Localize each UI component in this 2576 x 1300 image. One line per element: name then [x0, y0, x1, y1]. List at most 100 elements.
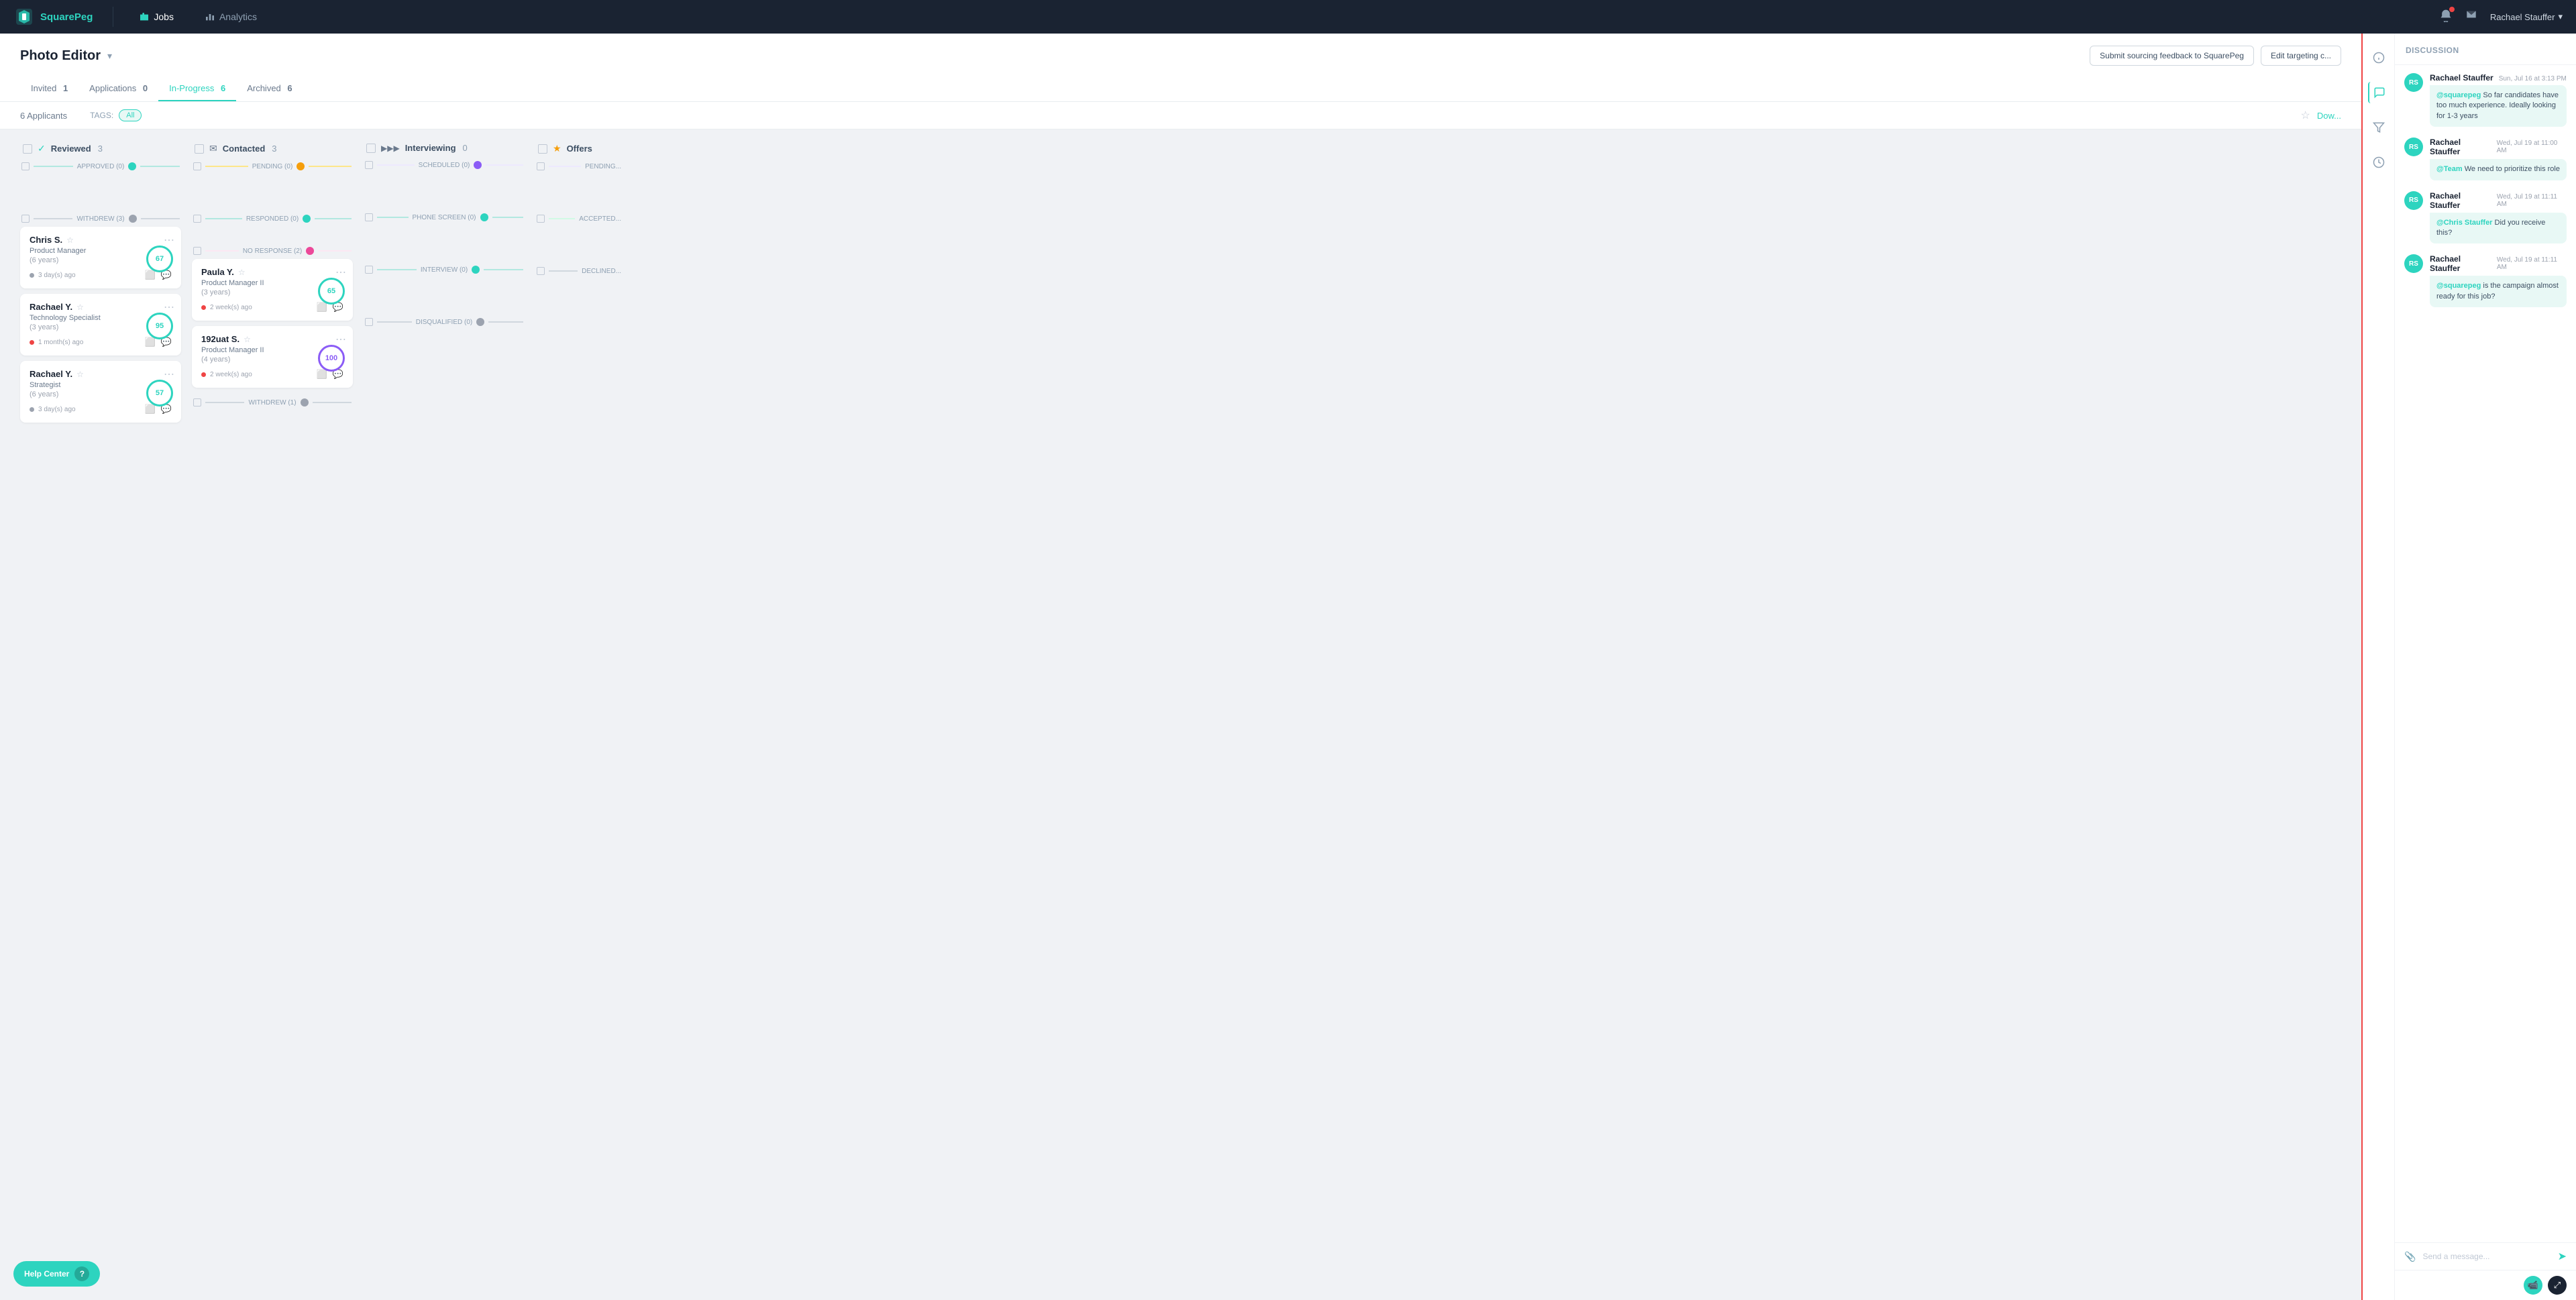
panel-icon-filter[interactable] [2368, 117, 2390, 138]
star-button[interactable]: ☆ [2301, 109, 2310, 122]
main-layout: Photo Editor ▾ Submit sourcing feedback … [0, 34, 2576, 1300]
stage-dot-scheduled [474, 161, 482, 169]
message-time-3: Wed, Jul 19 at 11:11 AM [2497, 193, 2567, 208]
card-rachael-y-strat[interactable]: ⋯ Rachael Y. ☆ Strategist (6 years) 3 da… [20, 361, 181, 423]
message-4: RS Rachael Stauffer Wed, Jul 19 at 11:11… [2404, 254, 2567, 307]
tab-invited[interactable]: Invited 1 [20, 76, 78, 101]
card-ago-chris: 3 day(s) ago [38, 272, 76, 279]
user-menu[interactable]: Rachael Stauffer ▾ [2490, 11, 2563, 22]
card-name-rachael-tech: Rachael Y. [30, 302, 72, 312]
card-star-192uat[interactable]: ☆ [244, 335, 251, 344]
job-title: Photo Editor [20, 48, 101, 64]
message-input[interactable] [2422, 1252, 2551, 1261]
card-name-row-192uat: 192uat S. ☆ [201, 334, 343, 344]
stage-checkbox-withdrew[interactable] [21, 215, 30, 223]
stage-checkbox-interview[interactable] [365, 266, 373, 274]
stage-checkbox-scheduled[interactable] [365, 161, 373, 169]
attach-icon[interactable]: 📎 [2404, 1251, 2416, 1262]
col-header-interviewing: ▶▶▶ Interviewing 0 [364, 143, 525, 161]
card-menu-chris[interactable]: ⋯ [164, 233, 174, 247]
card-rachael-y-tech[interactable]: ⋯ Rachael Y. ☆ Technology Specialist (3 … [20, 294, 181, 356]
applicants-count: 6 Applicants [20, 111, 67, 121]
tab-applications[interactable]: Applications 0 [78, 76, 158, 101]
edit-targeting-button[interactable]: Edit targeting c... [2261, 46, 2341, 66]
col-checkbox-reviewed[interactable] [23, 144, 32, 154]
card-ago-rachael-tech: 1 month(s) ago [38, 339, 83, 346]
stage-label-accepted: ACCEPTED... [579, 215, 621, 223]
stage-checkbox-pending[interactable] [193, 162, 201, 170]
expand-button[interactable]: ⤢ [2548, 1276, 2567, 1295]
messages-button[interactable] [2465, 9, 2478, 25]
stage-checkbox-disqualified[interactable] [365, 318, 373, 326]
interview-empty [364, 278, 525, 318]
kanban-col-offers: ★ Offers PENDING... ACCEPTED... [535, 143, 623, 1287]
download-button[interactable]: Dow... [2317, 111, 2341, 121]
help-icon: ? [74, 1266, 89, 1281]
card-star-rachael-tech[interactable]: ☆ [76, 303, 84, 312]
col-checkbox-interviewing[interactable] [366, 144, 376, 153]
col-header-reviewed: ✓ Reviewed 3 [20, 143, 181, 162]
nav-jobs[interactable]: Jobs [133, 9, 179, 25]
message-author-4: Rachael Stauffer [2430, 254, 2491, 273]
kanban-col-interviewing: ▶▶▶ Interviewing 0 SCHEDULED (0) PHONE S… [364, 143, 525, 1287]
stage-label-scheduled: SCHEDULED (0) [419, 162, 470, 169]
tag-all[interactable]: All [119, 109, 142, 121]
stage-checkbox-withdrew-c[interactable] [193, 398, 201, 407]
send-button[interactable]: ➤ [2558, 1250, 2567, 1263]
card-star-paula[interactable]: ☆ [238, 268, 246, 277]
help-center[interactable]: Help Center ? [13, 1261, 100, 1287]
stage-checkbox-phone-screen[interactable] [365, 213, 373, 221]
responded-empty [192, 227, 353, 247]
card-name-paula: Paula Y. [201, 267, 234, 277]
message-bubble-2: @Team We need to prioritize this role [2430, 159, 2567, 180]
stage-checkbox-offers-pending[interactable] [537, 162, 545, 170]
stage-label-disqualified: DISQUALIFIED (0) [416, 319, 472, 326]
tab-archived[interactable]: Archived 6 [236, 76, 303, 101]
notifications-button[interactable] [2439, 9, 2453, 25]
col-checkbox-offers[interactable] [538, 144, 547, 154]
panel-icon-info[interactable] [2368, 47, 2390, 68]
discussion-body: DISCUSSION RS Rachael Stauffer Sun, Jul … [2395, 34, 2576, 1300]
stage-label-phone-screen: PHONE SCREEN (0) [413, 214, 476, 221]
toolbar-right: ☆ Dow... [2301, 109, 2341, 122]
card-menu-paula[interactable]: ⋯ [335, 266, 346, 279]
logo[interactable]: SquarePeg [13, 6, 93, 28]
submit-feedback-button[interactable]: Submit sourcing feedback to SquarePeg [2090, 46, 2254, 66]
interviewing-icon: ▶▶▶ [381, 144, 400, 153]
job-title-chevron[interactable]: ▾ [107, 50, 112, 62]
card-dot-rachael-strat [30, 407, 34, 412]
card-ago-paula: 2 week(s) ago [210, 304, 252, 311]
card-192uat-s[interactable]: ⋯ 192uat S. ☆ Product Manager II (4 year… [192, 326, 353, 388]
card-footer-chris: 3 day(s) ago ⬜ 💬 [30, 270, 172, 280]
kanban-toolbar: 6 Applicants TAGS: All ☆ Dow... [0, 102, 2361, 129]
card-menu-rachael-tech[interactable]: ⋯ [164, 301, 174, 314]
stage-interview: INTERVIEW (0) [364, 266, 525, 274]
stage-checkbox-no-response[interactable] [193, 247, 201, 255]
panel-icon-chat[interactable] [2368, 82, 2390, 103]
stage-checkbox-declined[interactable] [537, 267, 545, 275]
card-paula-y[interactable]: ⋯ Paula Y. ☆ Product Manager II (3 years… [192, 259, 353, 321]
content-area: Photo Editor ▾ Submit sourcing feedback … [0, 34, 2361, 1300]
col-count-contacted: 3 [272, 144, 276, 154]
card-star-rachael-strat[interactable]: ☆ [76, 370, 84, 379]
nav-analytics[interactable]: Analytics [199, 9, 262, 25]
help-center-label: Help Center [24, 1269, 69, 1279]
col-checkbox-contacted[interactable] [195, 144, 204, 154]
tags-area: TAGS: All [90, 109, 142, 121]
panel-bottom-row: 📹 ⤢ [2395, 1270, 2576, 1300]
panel-icon-history[interactable] [2368, 152, 2390, 173]
stage-label-no-response: NO RESPONSE (2) [243, 248, 302, 255]
stage-checkbox-responded[interactable] [193, 215, 201, 223]
message-bubble-4: @squarepeg is the campaign almost ready … [2430, 276, 2567, 307]
card-chris-s[interactable]: ⋯ Chris S. ☆ Product Manager (6 years) 3… [20, 227, 181, 288]
stage-checkbox-accepted[interactable] [537, 215, 545, 223]
card-menu-rachael-strat[interactable]: ⋯ [164, 368, 174, 381]
video-button[interactable]: 📹 [2524, 1276, 2542, 1295]
card-menu-192uat[interactable]: ⋯ [335, 333, 346, 346]
tab-in-progress[interactable]: In-Progress 6 [158, 76, 236, 101]
stage-label-offers-pending: PENDING... [585, 163, 621, 170]
stage-checkbox-approved[interactable] [21, 162, 30, 170]
stage-declined: DECLINED... [535, 267, 623, 275]
discussion-panel: DISCUSSION RS Rachael Stauffer Sun, Jul … [2361, 34, 2576, 1300]
card-star-chris[interactable]: ☆ [66, 235, 74, 245]
